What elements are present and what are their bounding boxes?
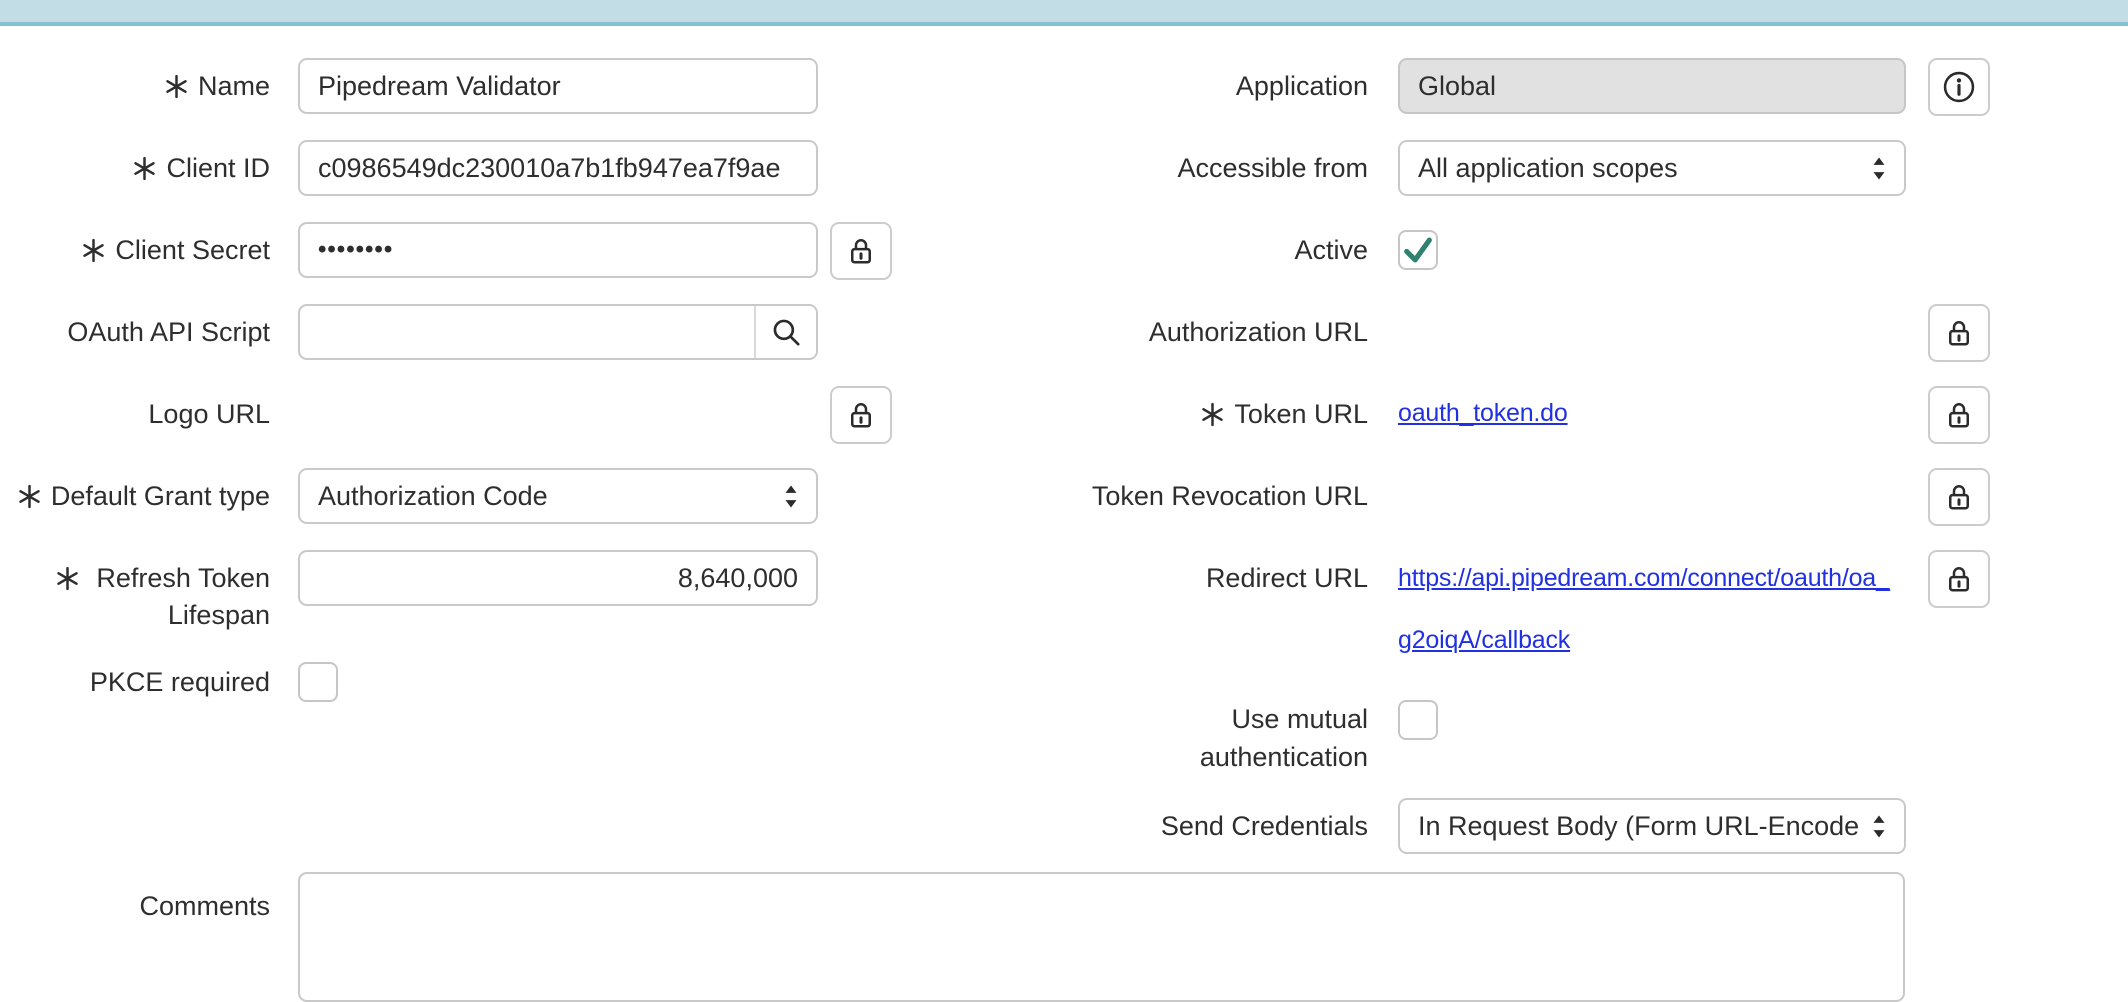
logo-url-lock-button[interactable] <box>830 386 892 444</box>
default-grant-type-select[interactable]: Authorization Code <box>298 468 818 524</box>
oauth-api-script-field <box>298 304 818 360</box>
required-asterisk-icon <box>164 74 189 99</box>
use-mutual-authentication-checkbox[interactable] <box>1398 700 1438 740</box>
client-secret-label-text: Client Secret <box>115 235 270 266</box>
send-credentials-value: In Request Body (Form URL-Encoded) <box>1418 811 1858 842</box>
token-url-label-text: Token URL <box>1234 399 1368 430</box>
accessible-from-label: Accessible from <box>1068 140 1368 196</box>
redirect-url-link-line2[interactable]: g2oiqA/callback <box>1398 609 1890 671</box>
client-id-label-text: Client ID <box>166 153 270 184</box>
token-revocation-url-lock-button[interactable] <box>1928 468 1990 526</box>
lock-icon <box>1944 400 1974 430</box>
oauth-api-script-label: OAuth API Script <box>0 304 270 360</box>
authorization-url-label: Authorization URL <box>1068 304 1368 360</box>
client-id-input[interactable] <box>298 140 818 196</box>
redirect-url-lock-button[interactable] <box>1928 550 1990 608</box>
required-asterisk-icon <box>132 156 157 181</box>
lock-icon <box>1944 482 1974 512</box>
required-asterisk-icon <box>17 484 42 509</box>
send-credentials-label-text: Send Credentials <box>1161 811 1368 842</box>
required-asterisk-icon <box>1200 402 1225 427</box>
client-secret-label: Client Secret <box>0 222 270 278</box>
pkce-required-label-text: PKCE required <box>90 667 270 698</box>
required-asterisk-icon <box>55 566 80 591</box>
name-label: Name <box>0 58 270 114</box>
redirect-url-label-text: Redirect URL <box>1206 563 1368 594</box>
token-url-lock-button[interactable] <box>1928 386 1990 444</box>
default-grant-type-label: Default Grant type <box>0 468 270 524</box>
lock-icon <box>846 400 876 430</box>
lock-icon <box>1944 318 1974 348</box>
comments-textarea[interactable] <box>298 872 1905 1002</box>
client-secret-lock-button[interactable] <box>830 222 892 280</box>
redirect-url-link-line1[interactable]: https://api.pipedream.com/connect/oauth/… <box>1398 547 1890 609</box>
oauth-api-script-input[interactable] <box>300 306 754 358</box>
accessible-from-value: All application scopes <box>1418 153 1858 184</box>
application-label-text: Application <box>1236 71 1368 102</box>
logo-url-label-text: Logo URL <box>148 399 270 430</box>
client-id-label: Client ID <box>0 140 270 196</box>
name-input[interactable] <box>298 58 818 114</box>
logo-url-label: Logo URL <box>0 386 270 442</box>
default-grant-type-value: Authorization Code <box>318 481 770 512</box>
oauth-api-script-label-text: OAuth API Script <box>67 317 270 348</box>
info-icon <box>1941 69 1977 105</box>
use-mutual-authentication-label-text: Use mutual authentication <box>1200 704 1368 772</box>
select-arrows-icon <box>780 483 802 510</box>
application-input[interactable] <box>1398 58 1906 114</box>
token-revocation-url-label-text: Token Revocation URL <box>1092 481 1368 512</box>
comments-label-text: Comments <box>139 891 270 922</box>
send-credentials-select[interactable]: In Request Body (Form URL-Encoded) <box>1398 798 1906 854</box>
required-asterisk-icon <box>81 238 106 263</box>
search-icon <box>769 315 803 349</box>
lock-icon <box>1944 564 1974 594</box>
send-credentials-label: Send Credentials <box>1068 798 1368 854</box>
comments-label: Comments <box>0 878 270 934</box>
use-mutual-authentication-label: Use mutual authentication <box>1158 700 1368 776</box>
refresh-token-lifespan-label: Refresh Token Lifespan <box>40 560 270 634</box>
name-label-text: Name <box>198 71 270 102</box>
token-url-link[interactable]: oauth_token.do <box>1398 399 1568 428</box>
select-arrows-icon <box>1868 813 1890 840</box>
select-arrows-icon <box>1868 155 1890 182</box>
authorization-url-label-text: Authorization URL <box>1149 317 1368 348</box>
client-secret-input[interactable] <box>298 222 818 278</box>
authorization-url-lock-button[interactable] <box>1928 304 1990 362</box>
active-checkbox[interactable] <box>1398 230 1438 270</box>
accessible-from-select[interactable]: All application scopes <box>1398 140 1906 196</box>
application-label: Application <box>1068 58 1368 114</box>
checkmark-icon <box>1401 233 1435 267</box>
redirect-url-link: https://api.pipedream.com/connect/oauth/… <box>1398 547 1890 671</box>
refresh-token-lifespan-input[interactable] <box>298 550 818 606</box>
redirect-url-label: Redirect URL <box>1068 550 1368 606</box>
token-revocation-url-label: Token Revocation URL <box>1068 468 1368 524</box>
active-label-text: Active <box>1294 235 1368 266</box>
oauth-api-script-lookup-button[interactable] <box>754 306 816 358</box>
accessible-from-label-text: Accessible from <box>1177 153 1368 184</box>
pkce-required-label: PKCE required <box>0 654 270 710</box>
active-label: Active <box>1068 222 1368 278</box>
default-grant-type-label-text: Default Grant type <box>51 481 270 512</box>
lock-icon <box>846 236 876 266</box>
pkce-required-checkbox[interactable] <box>298 662 338 702</box>
page-header-bar <box>0 0 2128 26</box>
application-info-button[interactable] <box>1928 58 1990 116</box>
token-url-label: Token URL <box>1068 386 1368 442</box>
refresh-token-lifespan-label-text: Refresh Token Lifespan <box>96 563 270 630</box>
